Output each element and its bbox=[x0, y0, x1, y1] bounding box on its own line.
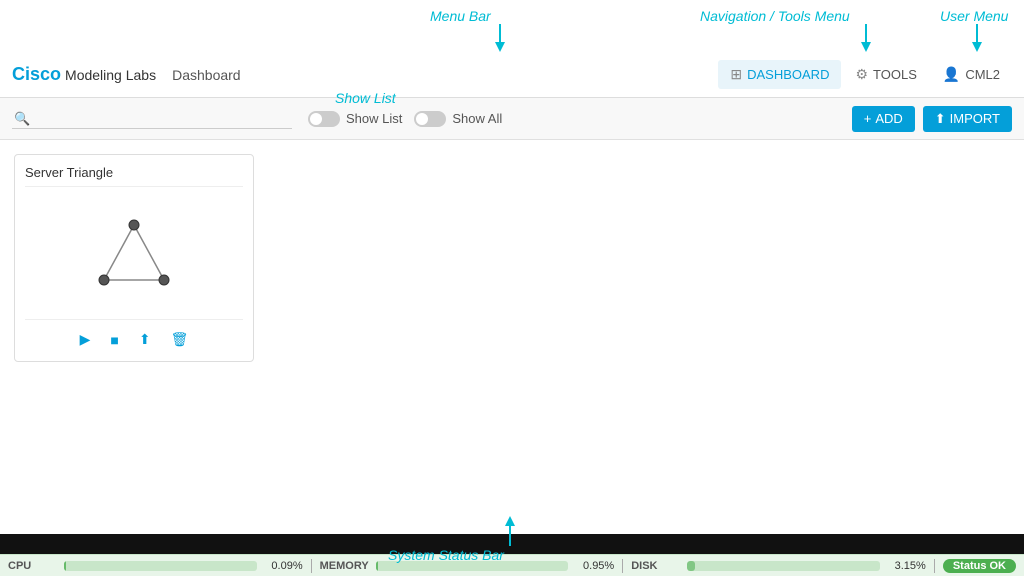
topology-svg bbox=[84, 215, 184, 295]
search-input[interactable] bbox=[12, 109, 292, 129]
add-label: ADD bbox=[875, 111, 902, 126]
status-divider-2 bbox=[622, 559, 623, 573]
user-menu-arrow bbox=[967, 24, 987, 54]
page-title: Dashboard bbox=[172, 67, 241, 83]
search-wrapper: 🔍 bbox=[12, 109, 292, 129]
memory-value: 0.95% bbox=[574, 560, 614, 572]
add-button[interactable]: + ADD bbox=[852, 106, 915, 132]
logo: Cisco Modeling Labs bbox=[12, 64, 156, 85]
cpu-bar-fill bbox=[64, 561, 66, 571]
show-list-toggle-item: Show List bbox=[308, 111, 402, 127]
lab-card-preview bbox=[25, 195, 243, 315]
logo-cisco: Cisco bbox=[12, 64, 61, 85]
nav-tools-arrow bbox=[856, 24, 876, 54]
status-bar: CPU 0.09% MEMORY 0.95% DISK 3.15% Status… bbox=[0, 554, 1024, 576]
nav-tools-button[interactable]: ⚙ TOOLS bbox=[843, 60, 928, 89]
user-icon: 👤 bbox=[943, 66, 960, 83]
status-ok-badge: Status OK bbox=[943, 559, 1016, 573]
lab-card: Server Triangle ▶ ■ ⬆ 🗑 bbox=[14, 154, 254, 362]
nav-user-label: CML2 bbox=[965, 67, 1000, 82]
menu-bar-arrow bbox=[490, 24, 510, 54]
user-menu-annotation: User Menu bbox=[940, 8, 1008, 24]
cpu-value: 0.09% bbox=[263, 560, 303, 572]
nav-dashboard-label: DASHBOARD bbox=[747, 67, 829, 82]
nav-dashboard-button[interactable]: ⊞ DASHBOARD bbox=[718, 60, 841, 89]
show-list-label: Show List bbox=[346, 111, 402, 126]
dashboard-icon: ⊞ bbox=[730, 66, 742, 83]
show-all-label: Show All bbox=[452, 111, 502, 126]
disk-label: DISK bbox=[631, 560, 681, 572]
cpu-bar bbox=[64, 561, 257, 571]
add-icon: + bbox=[864, 111, 872, 126]
search-icon: 🔍 bbox=[14, 111, 30, 127]
show-all-toggle-item: Show All bbox=[414, 111, 502, 127]
status-divider-3 bbox=[934, 559, 935, 573]
lab-card-actions: ▶ ■ ⬆ 🗑 bbox=[25, 319, 243, 351]
memory-segment: MEMORY 0.95% bbox=[320, 560, 615, 572]
main-content: Server Triangle ▶ ■ ⬆ 🗑 bbox=[0, 140, 1024, 534]
show-all-toggle[interactable] bbox=[414, 111, 446, 127]
memory-label: MEMORY bbox=[320, 560, 370, 572]
show-list-toggle[interactable] bbox=[308, 111, 340, 127]
menu-bar-annotation: Menu Bar bbox=[430, 8, 491, 24]
play-button[interactable]: ▶ bbox=[74, 328, 97, 351]
header: Cisco Modeling Labs Dashboard ⊞ DASHBOAR… bbox=[0, 52, 1024, 98]
nav-menu: ⊞ DASHBOARD ⚙ TOOLS 👤 CML2 bbox=[718, 60, 1012, 89]
lab-card-title: Server Triangle bbox=[25, 165, 243, 187]
nav-user-button[interactable]: 👤 CML2 bbox=[931, 60, 1012, 89]
toggle-group: Show List Show All bbox=[308, 111, 502, 127]
disk-segment: DISK 3.15% bbox=[631, 560, 926, 572]
nav-tools-annotation: Navigation / Tools Menu bbox=[700, 8, 850, 24]
disk-bar bbox=[687, 561, 880, 571]
disk-value: 3.15% bbox=[886, 560, 926, 572]
import-label: IMPORT bbox=[950, 111, 1000, 126]
import-icon: ⬆ bbox=[935, 111, 946, 127]
share-button[interactable]: ⬆ bbox=[133, 328, 157, 351]
toolbar: 🔍 Show List Show All + ADD ⬆ IMPORT bbox=[0, 98, 1024, 140]
stop-button[interactable]: ■ bbox=[104, 328, 124, 351]
memory-bar-fill bbox=[376, 561, 378, 571]
logo-product: Modeling Labs bbox=[65, 67, 156, 83]
tools-icon: ⚙ bbox=[855, 66, 868, 83]
disk-bar-fill bbox=[687, 561, 695, 571]
status-divider-1 bbox=[311, 559, 312, 573]
import-button[interactable]: ⬆ IMPORT bbox=[923, 106, 1012, 132]
toolbar-right: + ADD ⬆ IMPORT bbox=[852, 106, 1012, 132]
memory-bar bbox=[376, 561, 569, 571]
cpu-label: CPU bbox=[8, 560, 58, 572]
delete-button[interactable]: 🗑 bbox=[165, 328, 195, 351]
nav-tools-label: TOOLS bbox=[873, 67, 917, 82]
cpu-segment: CPU 0.09% bbox=[8, 560, 303, 572]
